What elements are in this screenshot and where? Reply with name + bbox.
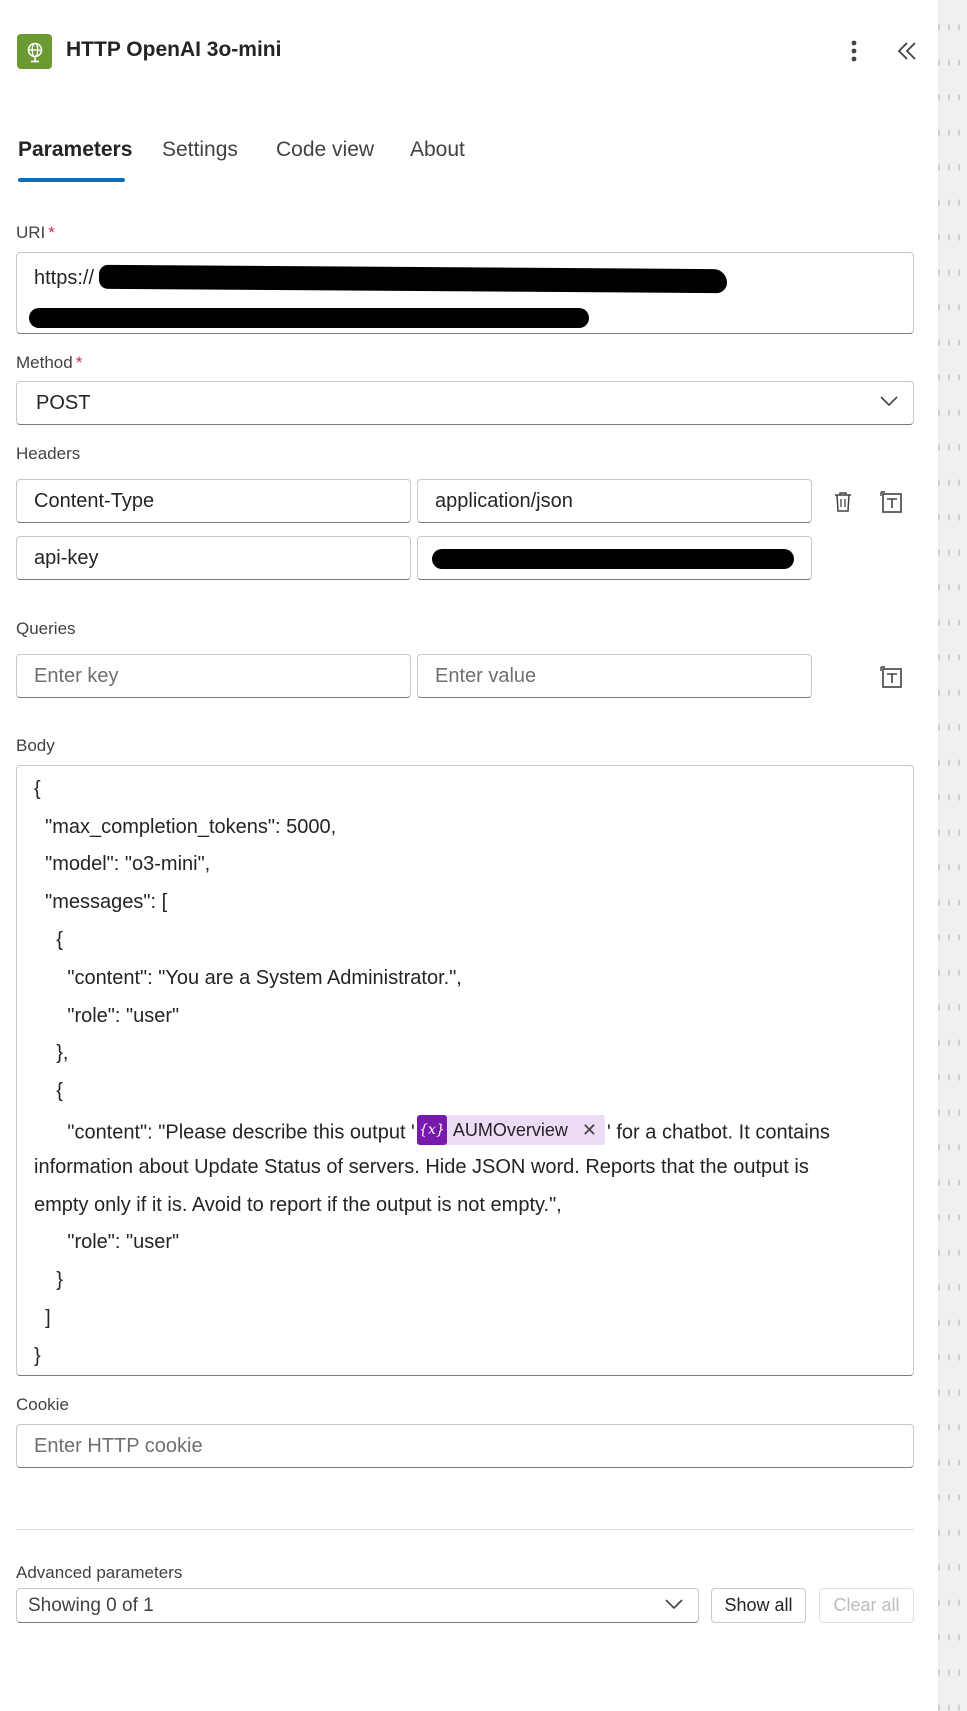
body-line: empty only if it is. Avoid to report if … bbox=[34, 1194, 562, 1216]
delete-icon[interactable] bbox=[827, 486, 859, 518]
text-mode-icon[interactable] bbox=[875, 486, 907, 518]
body-line: } bbox=[34, 1269, 63, 1291]
globe-icon bbox=[17, 34, 52, 69]
more-options-icon[interactable] bbox=[844, 36, 864, 66]
tab-code-view[interactable]: Code view bbox=[276, 138, 374, 162]
advanced-parameters-label: Advanced parameters bbox=[16, 1563, 183, 1582]
header-key-input[interactable]: Content-Type bbox=[16, 479, 411, 523]
cookie-input[interactable]: Enter HTTP cookie bbox=[16, 1424, 914, 1468]
method-label: Method * bbox=[16, 353, 82, 373]
method-required-mark: * bbox=[75, 353, 83, 372]
header-key-value-2: api-key bbox=[34, 547, 99, 569]
show-all-button[interactable]: Show all bbox=[711, 1588, 806, 1623]
header-key-value: Content-Type bbox=[34, 490, 155, 512]
close-icon[interactable]: ✕ bbox=[582, 1120, 597, 1141]
uri-label: URI * bbox=[16, 223, 55, 243]
headers-label: Headers bbox=[16, 444, 81, 463]
body-line: "model": "o3-mini", bbox=[34, 853, 211, 875]
body-line: { bbox=[34, 778, 41, 800]
method-value: POST bbox=[36, 392, 91, 414]
method-dropdown[interactable]: POST bbox=[16, 381, 914, 425]
section-divider bbox=[16, 1529, 914, 1530]
clear-all-button[interactable]: Clear all bbox=[819, 1588, 914, 1623]
body-label: Body bbox=[16, 736, 55, 755]
text-mode-icon[interactable] bbox=[875, 661, 907, 693]
body-line: information about Update Status of serve… bbox=[34, 1156, 809, 1178]
header-value-input[interactable]: application/json bbox=[417, 479, 812, 523]
method-label-text: Method bbox=[16, 353, 73, 372]
body-line: "role": "user" bbox=[34, 1231, 180, 1253]
uri-input[interactable]: https:// bbox=[16, 252, 914, 334]
body-line: { bbox=[34, 929, 63, 951]
canvas-background bbox=[938, 0, 967, 1711]
queries-label: Queries bbox=[16, 619, 76, 638]
query-key-placeholder: Enter key bbox=[34, 665, 119, 687]
body-content-line: "content": "Please describe this output … bbox=[34, 1115, 830, 1148]
variable-icon: {x} bbox=[416, 1115, 447, 1145]
tab-settings[interactable]: Settings bbox=[162, 138, 238, 162]
header-value-value: application/json bbox=[435, 490, 573, 512]
chevron-down-icon bbox=[879, 394, 899, 412]
body-line: "max_completion_tokens": 5000, bbox=[34, 816, 337, 838]
uri-label-text: URI bbox=[16, 223, 46, 242]
query-key-input[interactable]: Enter key bbox=[16, 654, 411, 698]
collapse-panel-icon[interactable] bbox=[892, 36, 922, 66]
advanced-parameters-value: Showing 0 of 1 bbox=[28, 1595, 154, 1616]
body-line: "messages": [ bbox=[34, 891, 168, 913]
active-tab-indicator bbox=[18, 178, 125, 182]
query-value-input[interactable]: Enter value bbox=[417, 654, 812, 698]
cookie-label: Cookie bbox=[16, 1395, 69, 1414]
action-title: HTTP OpenAI 3o-mini bbox=[66, 38, 282, 61]
body-line: }, bbox=[34, 1042, 69, 1064]
body-line: "role": "user" bbox=[34, 1005, 180, 1027]
tab-parameters[interactable]: Parameters bbox=[18, 138, 132, 162]
query-value-placeholder: Enter value bbox=[435, 665, 537, 687]
body-line: { bbox=[34, 1080, 63, 1102]
uri-value-start: https:// bbox=[34, 267, 95, 289]
chevron-down-icon bbox=[664, 1597, 684, 1615]
uri-redaction-1 bbox=[98, 264, 728, 294]
uri-required-mark: * bbox=[48, 223, 55, 242]
body-line: ] bbox=[34, 1307, 51, 1329]
content-prefix: "content": "Please describe this output … bbox=[34, 1121, 415, 1144]
advanced-parameters-dropdown[interactable]: Showing 0 of 1 bbox=[16, 1588, 699, 1623]
action-details-panel: HTTP OpenAI 3o-mini Parameters Settings … bbox=[0, 0, 938, 1711]
cookie-placeholder: Enter HTTP cookie bbox=[34, 1435, 203, 1457]
dynamic-content-token[interactable]: {x} AUMOverview ✕ bbox=[416, 1115, 605, 1145]
token-label: AUMOverview bbox=[452, 1119, 568, 1140]
tab-about[interactable]: About bbox=[410, 138, 465, 162]
uri-redaction-2 bbox=[29, 308, 589, 328]
body-line: "content": "You are a System Administrat… bbox=[34, 967, 462, 989]
header-value-input-2[interactable] bbox=[417, 536, 812, 580]
content-suffix: ' for a chatbot. It contains bbox=[607, 1121, 830, 1144]
body-line: } bbox=[34, 1345, 41, 1367]
header-key-input-2[interactable]: api-key bbox=[16, 536, 411, 580]
api-key-redaction bbox=[432, 549, 794, 569]
